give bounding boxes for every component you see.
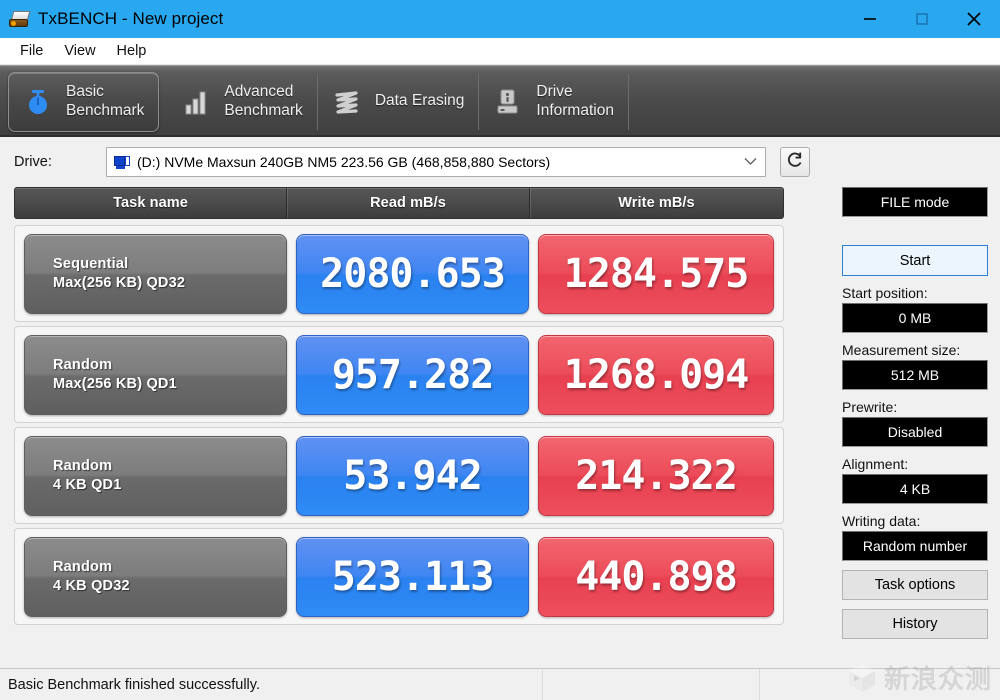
task-name-line1: Random: [53, 356, 113, 373]
tab-advanced-benchmark[interactable]: Advanced Benchmark: [167, 73, 318, 130]
file-mode-button[interactable]: FILE mode: [842, 187, 988, 217]
app-drive-icon: [8, 9, 31, 29]
menu-item-help[interactable]: Help: [107, 40, 158, 62]
start-position-value[interactable]: 0 MB: [842, 303, 988, 333]
table-row: Random Max(256 KB) QD1 957.282 1268.094: [14, 326, 784, 423]
measurement-size-label: Measurement size:: [842, 342, 961, 358]
refresh-icon: [785, 150, 805, 175]
menu-item-view[interactable]: View: [54, 40, 106, 62]
tab-basic-benchmark-label: Basic Benchmark: [66, 83, 145, 119]
stopwatch-icon: [21, 85, 55, 119]
task-name-line2: Max(256 KB) QD32: [53, 274, 186, 291]
task-options-button[interactable]: Task options: [842, 570, 988, 600]
task-name-line2: 4 KB QD1: [53, 476, 122, 493]
start-position-label: Start position:: [842, 285, 928, 301]
table-header-row: Task name Read mB/s Write mB/s: [14, 187, 784, 219]
table-row: Sequential Max(256 KB) QD32 2080.653 128…: [14, 225, 784, 322]
task-name-line2: 4 KB QD32: [53, 577, 130, 594]
write-value: 214.322: [538, 435, 774, 516]
title-bar: TxBENCH - New project: [0, 0, 1000, 38]
side-panel: FILE mode Start Start position: 0 MB Mea…: [832, 187, 1000, 668]
column-header-read: Read mB/s: [287, 188, 530, 218]
task-name-line1: Sequential: [53, 255, 129, 272]
drive-select[interactable]: (D:) NVMe Maxsun 240GB NM5 223.56 GB (46…: [106, 147, 766, 177]
drive-label: Drive:: [14, 154, 52, 170]
status-segment-2: [543, 669, 760, 700]
write-value: 1284.575: [538, 233, 774, 314]
tab-data-erasing[interactable]: Data Erasing: [318, 73, 480, 130]
eraser-waves-icon: [330, 85, 364, 119]
tab-strip: Basic Benchmark Advanced Benchmark Data …: [0, 65, 1000, 137]
column-header-task-name: Task name: [15, 188, 287, 218]
menu-bar: File View Help: [0, 38, 1000, 65]
tab-data-erasing-label: Data Erasing: [374, 92, 465, 110]
task-name-button[interactable]: Random 4 KB QD1: [24, 435, 287, 516]
read-value: 523.113: [296, 536, 529, 617]
main-body: Task name Read mB/s Write mB/s Sequentia…: [0, 187, 1000, 668]
writing-data-label: Writing data:: [842, 513, 921, 529]
drive-select-value: (D:) NVMe Maxsun 240GB NM5 223.56 GB (46…: [137, 154, 551, 170]
table-row: Random 4 KB QD32 523.113 440.898: [14, 528, 784, 625]
task-name-line1: Random: [53, 558, 113, 575]
drive-monitor-icon: [114, 155, 131, 170]
application-window: TxBENCH - New project File View Help Bas…: [0, 0, 1000, 700]
drive-selector-row: Drive: (D:) NVMe Maxsun 240GB NM5 223.56…: [0, 137, 1000, 187]
column-header-write: Write mB/s: [618, 195, 695, 211]
history-button[interactable]: History: [842, 609, 988, 639]
status-bar: Basic Benchmark finished successfully.: [0, 668, 1000, 700]
start-button[interactable]: Start: [842, 245, 988, 276]
refresh-button[interactable]: [780, 147, 810, 177]
read-value: 957.282: [296, 334, 529, 415]
write-value: 440.898: [538, 536, 774, 617]
table-row: Random 4 KB QD1 53.942 214.322: [14, 427, 784, 524]
table-body: Sequential Max(256 KB) QD32 2080.653 128…: [14, 225, 784, 625]
task-name-line1: Random: [53, 457, 113, 474]
menu-item-file[interactable]: File: [10, 40, 54, 62]
minimize-button[interactable]: [844, 0, 896, 38]
alignment-value[interactable]: 4 KB: [842, 474, 988, 504]
prewrite-label: Prewrite:: [842, 399, 898, 415]
drive-info-icon: [491, 85, 525, 119]
status-segment-3: [760, 669, 1000, 700]
bar-chart-icon: [179, 85, 213, 119]
maximize-button[interactable]: [896, 0, 948, 38]
task-name-button[interactable]: Random Max(256 KB) QD1: [24, 334, 287, 415]
chevron-down-icon: [744, 156, 757, 168]
prewrite-value[interactable]: Disabled: [842, 417, 988, 447]
status-message: Basic Benchmark finished successfully.: [0, 669, 543, 700]
alignment-label: Alignment:: [842, 456, 909, 472]
tab-basic-benchmark[interactable]: Basic Benchmark: [8, 71, 160, 132]
window-controls: [844, 0, 1000, 38]
tab-drive-information[interactable]: Drive Information: [479, 73, 629, 130]
writing-data-value[interactable]: Random number: [842, 531, 988, 561]
benchmark-table: Task name Read mB/s Write mB/s Sequentia…: [14, 187, 832, 668]
write-value: 1268.094: [538, 334, 774, 415]
read-value: 2080.653: [296, 233, 529, 314]
task-name-line2: Max(256 KB) QD1: [53, 375, 177, 392]
task-name-button[interactable]: Random 4 KB QD32: [24, 536, 287, 617]
task-name-button[interactable]: Sequential Max(256 KB) QD32: [24, 233, 287, 314]
window-title: TxBENCH - New project: [38, 9, 224, 28]
read-value: 53.942: [296, 435, 529, 516]
tab-advanced-benchmark-label: Advanced Benchmark: [224, 83, 303, 119]
tab-drive-information-label: Drive Information: [536, 83, 614, 119]
close-button[interactable]: [948, 0, 1000, 38]
measurement-size-value[interactable]: 512 MB: [842, 360, 988, 390]
